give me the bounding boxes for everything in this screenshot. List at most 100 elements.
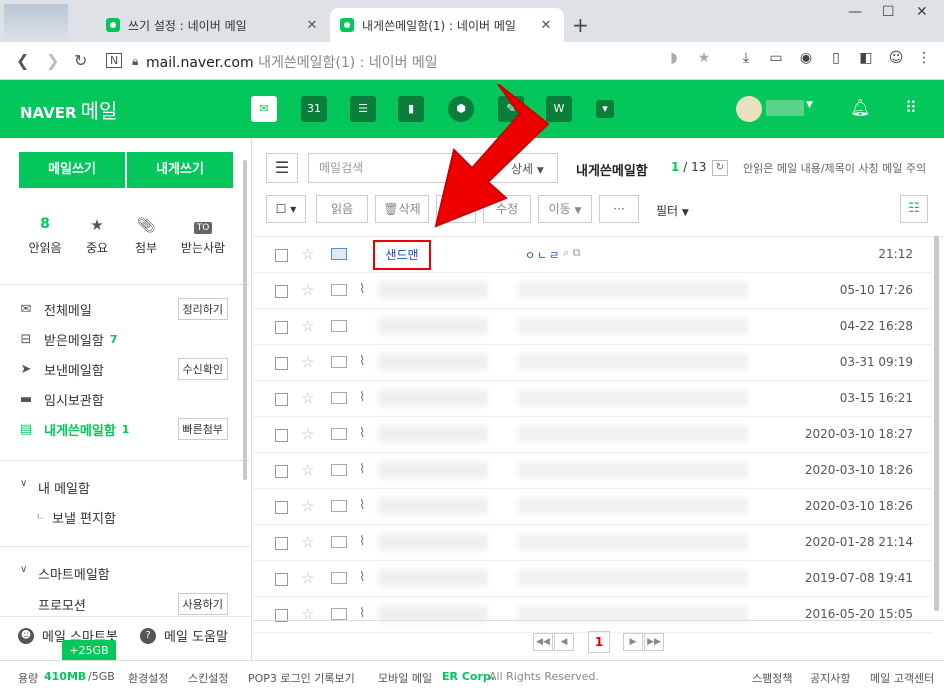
browser-menu-icon[interactable]: ⋮ [914,50,934,70]
shortcut-important[interactable]: ★ 중요 [72,216,122,256]
move-button[interactable]: 이동 ▼ [538,195,592,223]
mail-subject-blurred[interactable] [518,570,748,586]
forward-icon[interactable]: ❯ [46,51,59,70]
camera-icon[interactable]: ◉ [796,50,816,70]
refresh-icon[interactable]: ↻ [712,160,728,176]
tab-self-mailbox[interactable]: 내게쓴메일함(1) : 네이버 메일 ✕ [330,8,564,42]
mail-subject-blurred[interactable] [518,534,748,550]
mail-row[interactable]: ☆ ⌇ 2020-03-10 18:27 [253,417,933,453]
minimize-icon[interactable]: — [848,4,862,20]
notice-link[interactable]: 공지사항 [810,670,850,686]
back-icon[interactable]: ❮ [16,51,29,70]
more-button[interactable]: ··· [599,195,639,223]
star-icon[interactable]: ☆ [301,425,314,443]
select-all-checkbox[interactable]: ☐ ▾ [266,195,306,223]
star-icon[interactable]: ☆ [301,317,314,335]
envelope-icon[interactable] [331,536,347,548]
star-icon[interactable]: ☆ [301,533,314,551]
shortcut-attachment[interactable]: 📎︎ 첨부 [121,216,171,256]
skin-link[interactable]: 스킨설정 [188,670,228,686]
organize-button[interactable]: 정리하기 [177,298,228,320]
naver-mail-logo[interactable]: NAVER 메일 [20,95,117,124]
window-close-icon[interactable]: ✕ [916,4,928,20]
folder-all-mail[interactable]: ✉ 전체메일 정리하기 [18,298,240,320]
avatar[interactable] [736,96,762,122]
mail-subject-blurred[interactable] [518,282,748,298]
edit-button[interactable]: 수정 [483,195,531,223]
smart-mailbox-title[interactable]: 스마트메일함 [38,564,110,583]
mail-row[interactable]: ☆ ⌇ 03-31 09:19 [253,345,933,381]
folder-promotion[interactable]: 프로모션 사용하기 [38,593,240,615]
mail-sender-blurred[interactable] [378,498,488,514]
star-icon[interactable]: ☆ [301,245,314,263]
mail-sender-blurred[interactable] [378,462,488,478]
pop3-log-link[interactable]: POP3 로그인 기록보기 [248,670,355,686]
chevron-down-icon[interactable]: ▼ [806,100,813,110]
mail-checkbox[interactable] [275,249,288,262]
bell-icon[interactable]: 🔔︎ [850,98,870,117]
maximize-icon[interactable]: ☐ [882,4,895,20]
mail-icon[interactable]: ✉ [251,96,277,122]
prev-page-icon[interactable]: ◀ [554,633,574,651]
tab-close-icon[interactable]: ✕ [304,18,320,33]
detail-search-button[interactable]: 상세 ▼ [511,160,544,177]
calendar-icon[interactable]: 31 [301,96,327,122]
hamburger-icon[interactable]: ☰ [266,153,298,183]
mail-subject-blurred[interactable] [518,318,748,334]
mail-sender[interactable]: 샌드맨 [373,240,431,270]
envelope-icon[interactable] [331,608,347,620]
mail-checkbox[interactable] [275,465,288,478]
url-field[interactable]: mail.naver.com 내게쓴메일함(1) : 네이버 메일 [146,52,438,72]
storage-plus-badge[interactable]: +25GB [62,640,116,667]
mail-row[interactable]: ☆ ⌇ 03-15 16:21 [253,381,933,417]
spam-policy-link[interactable]: 스팸정책 [752,670,792,686]
mail-subject-blurred[interactable] [518,354,748,370]
download-icon[interactable]: ⤓ [736,50,756,70]
envelope-icon[interactable] [331,320,347,332]
list-view-icon[interactable]: ☷ [900,195,928,223]
chevron-down-icon[interactable]: ∨ [20,478,27,489]
phishing-notice[interactable]: 안읽은 메일 내용/제목이 사칭 메일 주의 [743,160,933,176]
reload-icon[interactable]: ↻ [74,51,87,70]
filter-button[interactable]: 필터 ▼ [656,202,689,219]
mail-sender-blurred[interactable] [378,390,488,406]
folder-sent[interactable]: ➤ 보낸메일함 수신확인 [18,358,240,380]
mail-subject-blurred[interactable] [518,462,748,478]
bookmark-star-icon[interactable]: ★ [694,50,714,70]
page-number-current[interactable]: 1 [588,631,610,653]
mail-row[interactable]: ☆ 04-22 16:28 [253,309,933,345]
profile-icon[interactable]: ☺ [886,50,906,70]
mail-subject-blurred[interactable] [518,498,748,514]
mail-sender-blurred[interactable] [378,534,488,550]
star-icon[interactable]: ☆ [301,389,314,407]
write-mail-button[interactable]: 메일쓰기 [19,152,125,188]
quick-attach-button[interactable]: 빠른첨부 [177,418,228,440]
more-icon[interactable]: ▾ [596,100,614,118]
settings-link[interactable]: 환경설정 [128,670,168,686]
shortcut-unread[interactable]: 8 안읽음 [20,216,70,256]
preview-icon[interactable]: ⌕ ⧉ [563,246,581,260]
mail-checkbox[interactable] [275,321,288,334]
shield-icon[interactable]: ◗ [664,50,684,70]
envelope-icon[interactable] [331,500,347,512]
cube-icon[interactable]: ⬢ [448,96,474,122]
spam-button[interactable] [436,195,476,223]
reader-icon[interactable]: ▯ [826,50,846,70]
mail-subject-blurred[interactable] [518,426,748,442]
write-self-button[interactable]: 내게쓰기 [127,152,233,188]
envelope-icon[interactable] [331,284,347,296]
mail-row[interactable]: ☆ 샌드맨 ㅇㄴㄹ ⌕ ⧉ 21:12 [253,237,933,273]
folder-drafts[interactable]: ▬ 임시보관함 [18,388,240,410]
envelope-icon[interactable] [331,464,347,476]
mail-subject[interactable]: ㅇㄴㄹ [525,247,561,263]
folder-inbox[interactable]: ⊟ 받은메일함 7 [18,328,240,350]
list-icon[interactable]: ☰ [350,96,376,122]
shortcut-recipient[interactable]: TO 받는사람 [178,216,228,256]
mobile-mail-link[interactable]: 모바일 메일 [378,670,432,686]
envelope-icon[interactable] [331,248,347,260]
support-link[interactable]: 메일 고객센터 [870,670,934,686]
tab-write-settings[interactable]: 쓰기 설정 : 네이버 메일 ✕ [96,8,330,42]
new-tab-button[interactable]: + [572,13,589,37]
mail-list-scrollbar[interactable] [934,236,939,611]
contacts-icon[interactable]: ▮ [398,96,424,122]
